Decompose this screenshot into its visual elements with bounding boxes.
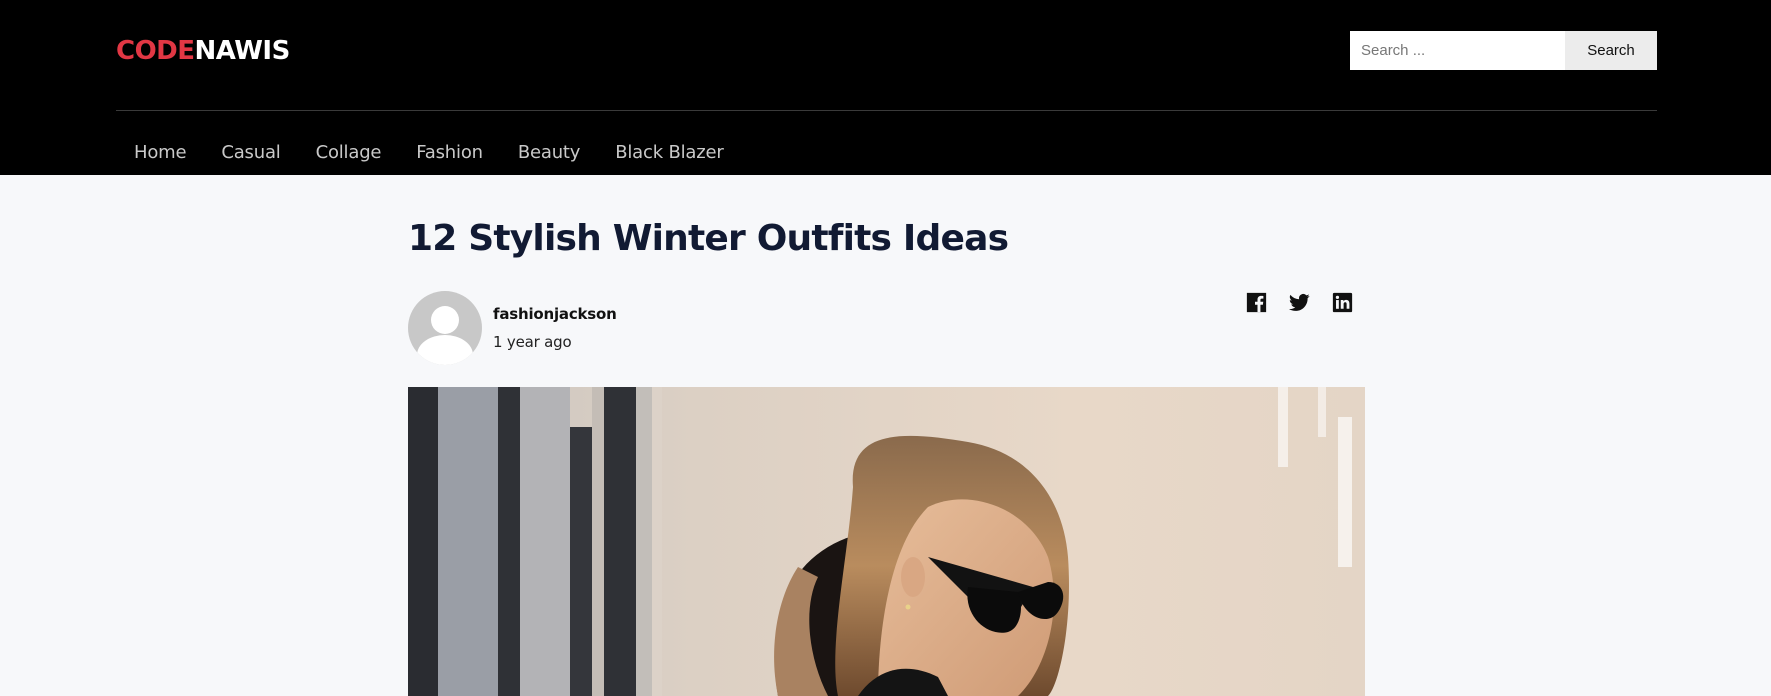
nav-item-fashion[interactable]: Fashion (398, 138, 500, 168)
nav-item-casual[interactable]: Casual (203, 138, 297, 168)
search-form: Search (1350, 31, 1657, 70)
main-nav: Home Casual Collage Fashion Beauty Black… (116, 138, 741, 168)
header-divider (116, 110, 1657, 111)
author-avatar[interactable] (408, 291, 482, 365)
post-title: 12 Stylish Winter Outfits Ideas (408, 218, 1009, 259)
nav-item-home[interactable]: Home (116, 138, 203, 168)
avatar-head-shape (431, 306, 459, 334)
facebook-icon[interactable] (1246, 292, 1267, 313)
twitter-icon[interactable] (1289, 292, 1310, 313)
nav-item-beauty[interactable]: Beauty (500, 138, 597, 168)
nav-item-black-blazer[interactable]: Black Blazer (597, 138, 740, 168)
linkedin-icon[interactable] (1332, 292, 1353, 313)
site-header: CODENAWIS Search Home Casual Collage Fas… (0, 0, 1771, 175)
search-input[interactable] (1350, 31, 1565, 70)
featured-photo-illustration (408, 387, 1365, 696)
site-logo[interactable]: CODENAWIS (116, 34, 290, 68)
nav-item-collage[interactable]: Collage (298, 138, 399, 168)
avatar-body-shape (417, 335, 473, 365)
logo-part-nawis: NAWIS (194, 36, 291, 66)
search-button[interactable]: Search (1565, 31, 1657, 70)
author-name-link[interactable]: fashionjackson (493, 305, 617, 323)
post-date: 1 year ago (493, 333, 572, 351)
logo-part-code: CODE (116, 36, 195, 66)
share-icons (1246, 292, 1353, 313)
featured-image (408, 387, 1365, 696)
